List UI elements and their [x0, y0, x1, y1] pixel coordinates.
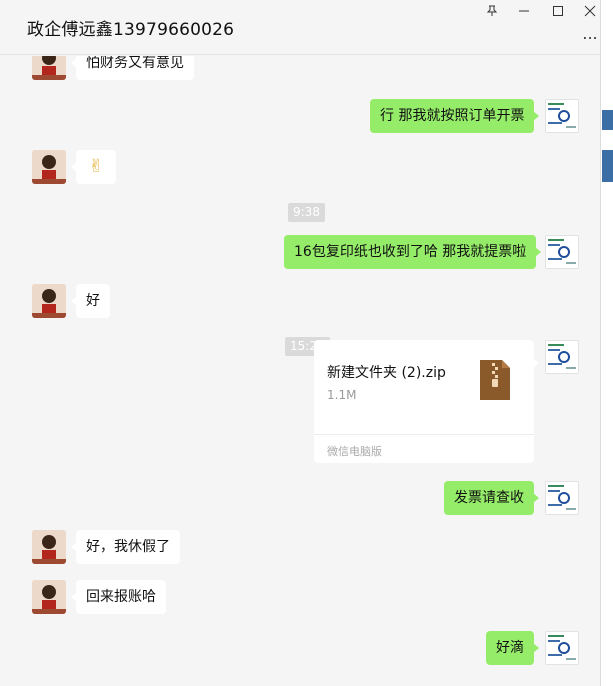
- timestamp: 9:38: [288, 203, 325, 222]
- received-message: 好: [71, 284, 110, 318]
- sent-message: 16包复印纸也收到了哈 那我就提票啦: [284, 235, 542, 269]
- background-window-fragment: [602, 110, 613, 130]
- contact-avatar[interactable]: [32, 530, 66, 564]
- minimize-icon[interactable]: [509, 2, 539, 20]
- received-message: 好，我休假了: [71, 530, 180, 564]
- contact-avatar[interactable]: [32, 580, 66, 614]
- my-avatar[interactable]: [545, 481, 579, 515]
- received-message: 回来报账哈: [71, 580, 166, 614]
- received-message: ✌: [71, 150, 116, 184]
- file-size: 1.1M: [327, 388, 357, 402]
- my-avatar[interactable]: [545, 340, 579, 374]
- sent-message: 行 那我就按照订单开票: [370, 99, 540, 133]
- chat-title: 政企傅远鑫13979660026: [27, 20, 235, 40]
- pin-icon[interactable]: [477, 2, 507, 20]
- background-window-edge: [600, 0, 613, 686]
- divider: [314, 434, 534, 435]
- message-list[interactable]: 怕财务又有意见 行 那我就按照订单开票 ✌ 9:38 16包复印纸也收到了哈 那…: [0, 56, 600, 686]
- background-window-fragment: [602, 150, 613, 182]
- contact-avatar[interactable]: [32, 150, 66, 184]
- received-message: 怕财务又有意见: [71, 56, 194, 80]
- file-source: 微信电脑版: [327, 445, 382, 458]
- contact-avatar[interactable]: [32, 284, 66, 318]
- file-message[interactable]: 新建文件夹 (2).zip 1.1M 微信电脑版: [314, 340, 539, 463]
- sent-message: 好滴: [486, 631, 539, 665]
- zip-file-icon: [480, 360, 510, 400]
- sent-message: 发票请查收: [444, 481, 539, 515]
- victory-hand-emoji: ✌: [88, 156, 104, 177]
- chat-window: 政企傅远鑫13979660026 ... 怕财务又有意见 行 那我就按照订单开票: [0, 0, 613, 686]
- contact-avatar[interactable]: [32, 56, 66, 80]
- title-bar: 政企傅远鑫13979660026 ...: [0, 0, 600, 55]
- my-avatar[interactable]: [545, 631, 579, 665]
- my-avatar[interactable]: [545, 99, 579, 133]
- file-name: 新建文件夹 (2).zip: [327, 365, 446, 381]
- more-options-button[interactable]: ...: [580, 26, 600, 42]
- my-avatar[interactable]: [545, 235, 579, 269]
- maximize-icon[interactable]: [543, 2, 573, 20]
